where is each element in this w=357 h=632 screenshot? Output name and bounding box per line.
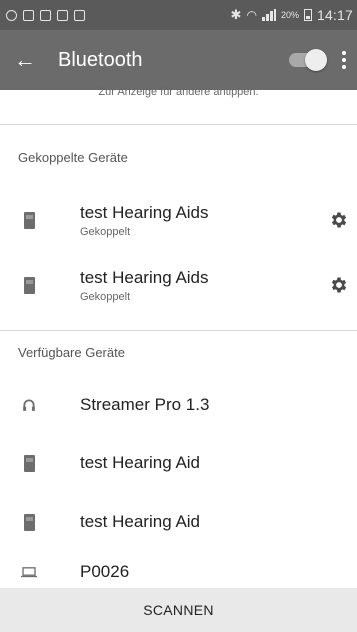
paired-devices-header: Gekoppelte Geräte — [18, 150, 128, 165]
gallery-notification-icon — [40, 9, 51, 21]
image-notification-icon — [23, 9, 34, 21]
scan-button-label: SCANNEN — [143, 602, 214, 618]
hearing-aid-icon — [23, 513, 35, 531]
available-device-row[interactable]: Streamer Pro 1.3 — [0, 383, 357, 427]
bluetooth-toggle[interactable] — [289, 49, 327, 71]
app-bar: ← Bluetooth — [0, 30, 357, 90]
device-name: test Hearing Aids — [80, 202, 209, 222]
battery-percent: 20% — [280, 10, 299, 20]
hearing-aid-icon — [23, 276, 35, 294]
visibility-hint[interactable]: Zur Anzeige für andere antippen. — [0, 87, 357, 124]
back-arrow-icon[interactable]: ← — [14, 49, 40, 71]
device-status: Gekoppelt — [80, 290, 131, 303]
lock-notification-icon-2 — [74, 9, 85, 21]
device-name: P0026 — [80, 562, 130, 581]
notification-icon — [6, 9, 17, 21]
available-device-row[interactable]: test Hearing Aid — [0, 441, 357, 485]
headphones-icon — [23, 399, 35, 411]
battery-icon — [303, 9, 312, 21]
clock: 14:17 — [316, 7, 353, 23]
lock-notification-icon — [57, 9, 68, 21]
paired-device-row[interactable]: test Hearing Aids Gekoppelt — [0, 255, 357, 315]
toggle-knob — [305, 49, 327, 71]
bluetooth-status-icon: ✱ — [230, 7, 242, 22]
divider — [0, 124, 357, 125]
paired-device-row[interactable]: test Hearing Aids Gekoppelt — [0, 190, 357, 250]
device-status: Gekoppelt — [80, 225, 131, 238]
available-devices-header: Verfügbare Geräte — [18, 345, 125, 360]
device-name: Streamer Pro 1.3 — [80, 395, 210, 414]
hearing-aid-icon — [23, 211, 35, 229]
status-bar: ✱ ◠ 20% 14:17 — [0, 0, 357, 30]
hearing-aid-icon — [23, 454, 35, 472]
overflow-menu-icon[interactable] — [341, 51, 347, 69]
divider — [0, 330, 357, 331]
gear-icon[interactable] — [329, 275, 349, 295]
device-name: test Hearing Aid — [80, 512, 201, 531]
scan-button[interactable]: SCANNEN — [0, 588, 357, 632]
signal-icon — [261, 9, 276, 21]
gear-icon[interactable] — [329, 210, 349, 230]
page-title: Bluetooth — [58, 48, 143, 71]
wifi-icon: ◠ — [246, 8, 257, 22]
available-device-row[interactable]: P0026 — [0, 556, 357, 588]
laptop-icon — [21, 566, 37, 577]
available-device-row[interactable]: test Hearing Aid — [0, 500, 357, 544]
device-name: test Hearing Aids — [80, 267, 209, 287]
device-name: test Hearing Aid — [80, 453, 201, 472]
notification-icons — [6, 9, 85, 21]
